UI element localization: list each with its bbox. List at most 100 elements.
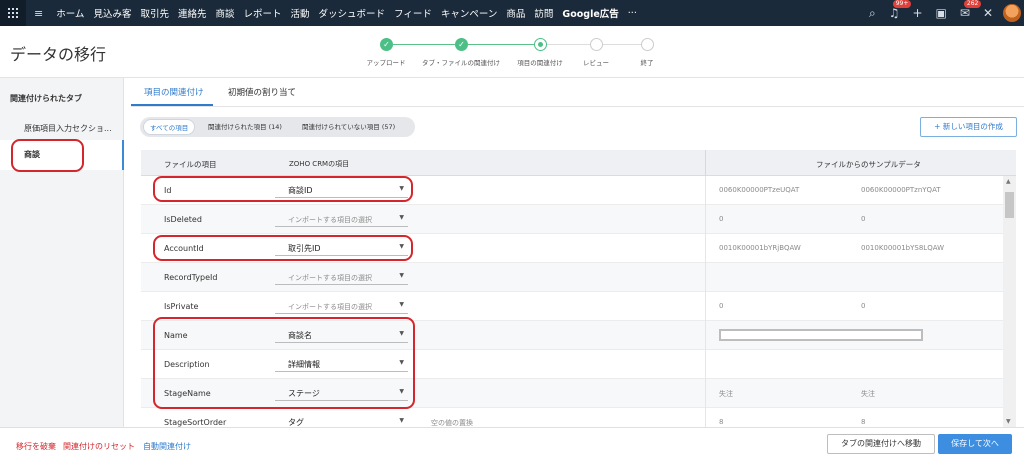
auto-mapping-link[interactable]: 自動関連付け [143, 441, 191, 452]
step-connector [461, 44, 540, 45]
sample-value: 0 [861, 302, 866, 310]
menu-icon[interactable]: ≡ [34, 7, 43, 20]
crm-field-select[interactable]: タグ ▼ [275, 412, 408, 427]
tab-field-mapping[interactable]: 項目の関連付け [144, 86, 204, 98]
sample-value: 0010K00001bYS8LQAW [861, 244, 945, 252]
filter-all-button[interactable]: すべての項目 [143, 119, 196, 135]
replace-empty-note[interactable]: 空の値の置換 [431, 418, 473, 427]
avatar[interactable] [1003, 4, 1021, 22]
mail-icon[interactable]: ✉ 262 [960, 0, 982, 20]
step-label-upload: アップロード [366, 59, 406, 67]
chevron-down-icon: ▼ [399, 417, 404, 424]
nav-item-google-ads[interactable]: Google広告 [562, 6, 618, 20]
divider [705, 150, 706, 176]
table-row: RecordTypeId インポートする項目の選択 ▼ [141, 263, 1003, 292]
tab-default-values[interactable]: 初期値の割り当て [228, 86, 296, 98]
nav-item-contacts[interactable]: 連絡先 [178, 6, 207, 20]
step-check-icon: ✓ [455, 38, 468, 51]
crm-field-placeholder: インポートする項目の選択 [288, 216, 372, 224]
discard-migration-link[interactable]: 移行を破棄 [16, 441, 56, 452]
divider [705, 176, 706, 427]
nav-item-campaigns[interactable]: キャンペーン [441, 6, 498, 20]
scrollbar-thumb[interactable] [1005, 192, 1014, 218]
filter-mapped-button[interactable]: 関連付けられた項目 (14) [208, 119, 282, 135]
bell-icon[interactable]: ♫ 99+ [889, 0, 912, 20]
file-field-label: StageSortOrder [164, 418, 227, 427]
move-to-tab-mapping-button[interactable]: タブの関連付けへ移動 [827, 434, 935, 454]
sample-value: 0 [861, 215, 866, 223]
footer-bar: 移行を破棄 関連付けのリセット 自動関連付け タブの関連付けへ移動 保存して次へ [0, 427, 1024, 458]
vertical-scrollbar[interactable]: ▲ ▼ [1003, 176, 1016, 427]
step-pending-icon [590, 38, 603, 51]
crm-field-select[interactable]: インポートする項目の選択 ▼ [275, 296, 408, 314]
crm-field-select[interactable]: インポートする項目の選択 ▼ [275, 209, 408, 227]
sample-value: 失注 [861, 390, 875, 398]
chevron-down-icon: ▼ [399, 301, 404, 308]
nav-item-leads[interactable]: 見込み客 [93, 6, 131, 20]
table-row: IsDeleted インポートする項目の選択 ▼ 0 0 [141, 205, 1003, 234]
annotation-highlight [153, 176, 413, 202]
column-header-crm-field: ZOHO CRMの項目 [289, 160, 350, 168]
crm-field-value: タグ [288, 418, 304, 427]
nav-item-deals[interactable]: 商談 [215, 6, 234, 20]
sample-value: 8 [861, 418, 866, 426]
step-label-finish: 終了 [640, 59, 654, 67]
column-header-sample-data: ファイルからのサンプルデータ [816, 160, 921, 169]
filter-unmapped-button[interactable]: 関連付けられていない項目 (57) [302, 119, 395, 135]
sidebar-heading: 関連付けられたタブ [10, 94, 82, 103]
nav-item-dashboards[interactable]: ダッシュボード [319, 6, 386, 20]
notification-badge: 99+ [892, 0, 912, 8]
annotation-highlight [11, 139, 84, 172]
step-label-review: レビュー [583, 59, 609, 67]
sample-value: 0 [719, 302, 724, 310]
table-header: ファイルの項目 ZOHO CRMの項目 ファイルからのサンプルデータ [141, 150, 1016, 176]
tools-icon[interactable]: ✕ [983, 6, 993, 20]
sample-value: 8 [719, 418, 724, 426]
scroll-down-icon[interactable]: ▼ [1006, 418, 1011, 425]
reset-mapping-link[interactable]: 関連付けのリセット [63, 441, 135, 452]
crm-field-select[interactable]: インポートする項目の選択 ▼ [275, 267, 408, 285]
sample-value: 0060K00000PTzeUQAT [719, 186, 800, 194]
search-icon[interactable]: ⌕ [869, 6, 876, 21]
nav-item-visits[interactable]: 訪問 [534, 6, 553, 20]
step-label-field-mapping: 項目の関連付け [517, 59, 563, 67]
plus-icon[interactable]: + [912, 6, 922, 20]
filter-toggle-group: すべての項目 関連付けられた項目 (14) 関連付けられていない項目 (57) [140, 117, 415, 137]
nav-more-icon[interactable]: ··· [628, 8, 637, 19]
sample-value: 0010K00001bYRjBQAW [719, 244, 801, 252]
crm-field-placeholder: インポートする項目の選択 [288, 274, 372, 282]
file-field-label: IsPrivate [164, 302, 199, 311]
calendar-icon[interactable]: ▣ [936, 6, 947, 20]
nav-item-home[interactable]: ホーム [56, 6, 84, 20]
mail-badge: 262 [963, 0, 982, 8]
chevron-down-icon: ▼ [399, 214, 404, 221]
step-label-tab-file: タブ・ファイルの関連付け [422, 59, 500, 67]
step-connector [386, 44, 461, 45]
file-field-label: RecordTypeId [164, 273, 218, 282]
page-title: データの移行 [10, 45, 107, 64]
divider [131, 106, 1024, 107]
nav-item-accounts[interactable]: 取引先 [140, 6, 169, 20]
top-nav-bar: ≡ ホーム 見込み客 取引先 連絡先 商談 レポート 活動 ダッシュボード フィ… [0, 0, 1024, 26]
nav-item-activities[interactable]: 活動 [291, 6, 310, 20]
sample-value: 失注 [719, 390, 733, 398]
nav-item-products[interactable]: 商品 [506, 6, 525, 20]
sidebar-item-cost-section[interactable]: 原価項目入力セクショ... [24, 123, 120, 134]
save-and-next-button[interactable]: 保存して次へ [938, 434, 1012, 454]
step-current-icon [534, 38, 547, 51]
crm-field-placeholder: インポートする項目の選択 [288, 303, 372, 311]
sample-value-box [719, 329, 923, 341]
nav-item-reports[interactable]: レポート [244, 6, 282, 20]
file-field-label: IsDeleted [164, 215, 202, 224]
progress-stepper: ✓ ✓ アップロード タブ・ファイルの関連付け 項目の関連付け レビュー 終了 [360, 38, 660, 74]
sample-value: 0060K00000PTznYQAT [861, 186, 941, 194]
scroll-up-icon[interactable]: ▲ [1006, 178, 1011, 185]
nav-item-feeds[interactable]: フィード [394, 6, 432, 20]
annotation-highlight [153, 317, 415, 409]
page-header: データの移行 ✓ ✓ アップロード タブ・ファイルの関連付け 項目の関連付け レ… [0, 26, 1024, 78]
step-pending-icon [641, 38, 654, 51]
apps-grid-icon[interactable] [0, 0, 26, 26]
step-check-icon: ✓ [380, 38, 393, 51]
new-field-button[interactable]: + 新しい項目の作成 [920, 117, 1017, 137]
sidebar: 関連付けられたタブ 原価項目入力セクショ... 商談 [0, 78, 124, 427]
